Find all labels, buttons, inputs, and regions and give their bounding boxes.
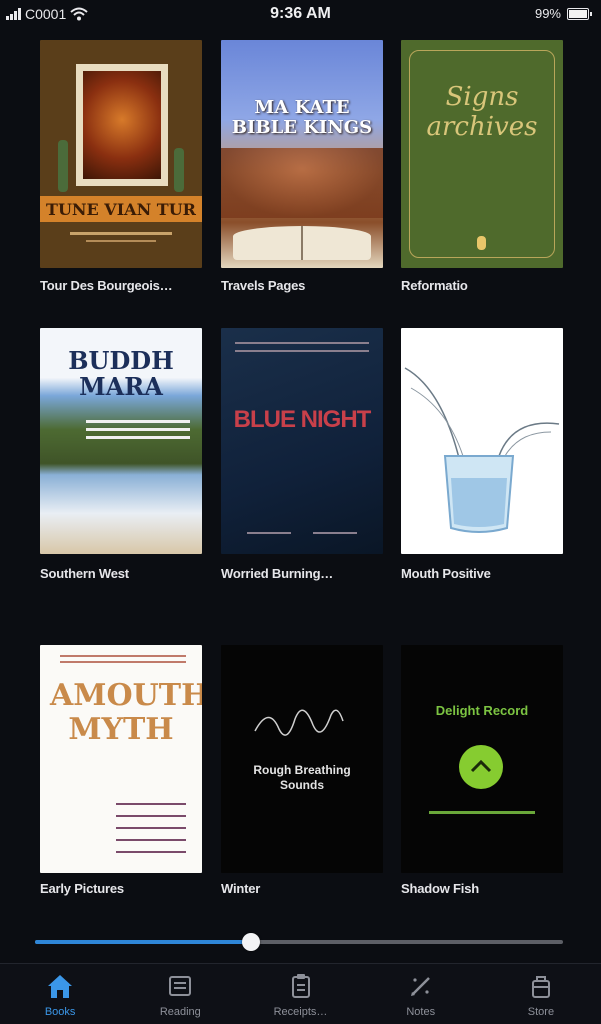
book-cover[interactable]: BLUE NIGHT xyxy=(221,328,383,554)
book-title[interactable]: Mouth Positive xyxy=(401,566,491,581)
bag-icon xyxy=(526,972,556,1000)
book-title[interactable]: Reformatio xyxy=(401,278,468,293)
tab-label: Store xyxy=(527,1006,555,1018)
tab-receipts[interactable]: Receipts… xyxy=(240,964,360,1024)
signature-scribble xyxy=(254,709,344,736)
cover-title: Rough Breathing Sounds xyxy=(253,763,351,792)
home-icon xyxy=(45,972,75,1000)
book-title[interactable]: Worried Burning… xyxy=(221,566,333,581)
status-bar: C0001 9:36 AM 99% xyxy=(0,0,601,30)
slider-thumb[interactable] xyxy=(242,933,261,951)
book-cover[interactable]: AMOUTH MYTH xyxy=(40,645,202,873)
book-title[interactable]: Winter xyxy=(221,881,260,896)
clipboard-icon xyxy=(286,972,316,1000)
book-title[interactable]: Early Pictures xyxy=(40,881,124,896)
tab-store[interactable]: Store xyxy=(481,964,601,1024)
book-cover[interactable]: Rough Breathing Sounds xyxy=(221,645,383,873)
status-right: 99% xyxy=(534,6,592,21)
cover-title: TUNE VIAN TUR xyxy=(46,200,196,219)
play-badge-icon xyxy=(459,745,503,789)
book-cover[interactable]: BUDDH MARA xyxy=(40,328,202,554)
cover-title: Signs archives xyxy=(426,82,538,142)
tab-label: Books xyxy=(44,1006,76,1018)
tab-books[interactable]: Books xyxy=(0,964,120,1024)
book-cover[interactable]: Delight Record xyxy=(401,645,563,873)
tab-label: Reading xyxy=(159,1006,201,1018)
pen-icon xyxy=(406,972,436,1000)
cover-title: BLUE NIGHT xyxy=(233,406,372,433)
tab-notes[interactable]: Notes xyxy=(361,964,481,1024)
cover-title: BUDDH MARA xyxy=(68,346,174,401)
slider-fill xyxy=(35,940,252,944)
book-cover[interactable]: MA KATE BIBLE KINGS xyxy=(221,40,383,268)
battery-percent: 99% xyxy=(534,6,561,21)
tab-bar: Books Reading Receipts… Notes Store xyxy=(0,963,601,1024)
book-icon xyxy=(165,972,195,1000)
book-title[interactable]: Travels Pages xyxy=(221,278,305,293)
book-title[interactable]: Tour Des Bourgeois… xyxy=(40,278,173,293)
book-title[interactable]: Shadow Fish xyxy=(401,881,479,896)
book-cover[interactable] xyxy=(401,328,563,554)
book-cover[interactable]: TUNE VIAN TUR xyxy=(40,40,202,268)
tab-label: Receipts… xyxy=(273,1006,328,1018)
status-time: 9:36 AM xyxy=(270,5,331,22)
book-cover[interactable]: Signs archives xyxy=(401,40,563,268)
battery-icon xyxy=(567,7,592,20)
cover-title: Delight Record xyxy=(435,703,529,718)
cover-title: AMOUTH MYTH xyxy=(50,678,202,747)
tab-reading[interactable]: Reading xyxy=(120,964,240,1024)
reading-progress-slider[interactable] xyxy=(35,933,563,951)
book-title[interactable]: Southern West xyxy=(40,566,129,581)
cover-title: MA KATE BIBLE KINGS xyxy=(231,97,373,138)
tab-label: Notes xyxy=(406,1006,436,1018)
water-glass-illustration xyxy=(404,367,560,533)
